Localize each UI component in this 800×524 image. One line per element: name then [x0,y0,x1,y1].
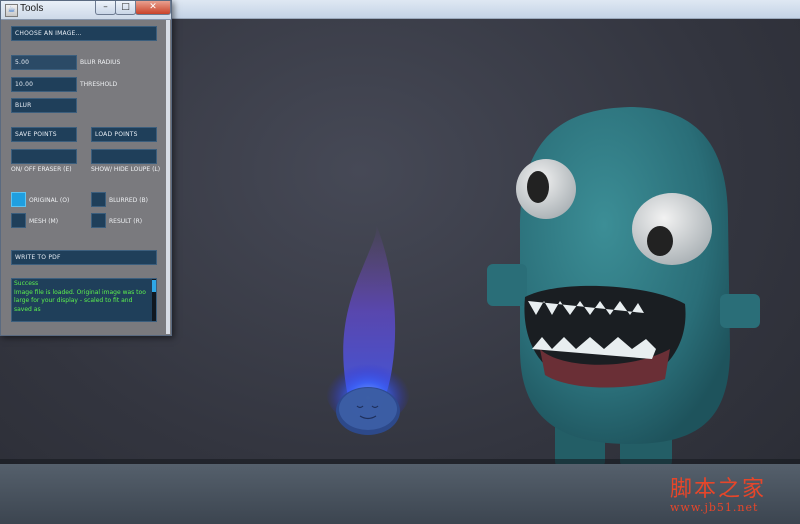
status-line: Success [14,280,39,287]
monster-character [487,107,760,469]
status-line: Image file is loaded. Original image was… [14,288,146,296]
threshold-label: THRESHOLD [80,81,118,88]
write-to-pdf-button[interactable]: WRITE TO PDF [11,250,157,265]
mesh-view-toggle[interactable] [11,213,26,228]
mesh-view-label: MESH (M) [29,218,59,225]
status-scrollbar[interactable] [152,279,156,321]
result-view-label: RESULT (R) [109,218,143,225]
close-icon: ✕ [149,2,157,12]
status-line: large for your display - scaled to fit a… [14,297,133,304]
tools-window: ☕ Tools – □ ✕ CHOOSE AN IMAGE... 5.00 BL… [0,0,172,336]
blurred-view-label: BLURRED (B) [109,197,149,204]
maximize-button[interactable]: □ [115,1,136,15]
result-view-toggle[interactable] [91,213,106,228]
minimize-icon: – [103,2,108,12]
status-scroll-thumb[interactable] [152,280,156,292]
watermark-url: www.jb51.net [670,501,759,514]
close-button[interactable]: ✕ [135,1,171,15]
java-app-icon: ☕ [5,4,18,17]
original-view-label: ORIGINAL (O) [29,197,70,204]
site-watermark: 脚本之家 www.jb51.net [670,478,766,514]
choose-image-button[interactable]: CHOOSE AN IMAGE... [11,26,157,41]
loupe-label: SHOW/ HIDE LOUPE (L) [91,166,161,173]
tools-scrollbar[interactable] [166,20,170,334]
status-line: saved as [14,305,41,313]
threshold-input[interactable]: 10.00 [11,77,77,92]
blur-radius-input[interactable]: 5.00 [11,55,77,70]
blur-radius-label: BLUR RADIUS [80,59,121,66]
watermark-title: 脚本之家 [670,477,767,502]
eraser-toggle[interactable] [11,149,77,164]
status-log[interactable]: Success Image file is loaded. Original i… [11,278,157,322]
tools-title: Tools [20,3,44,14]
maximize-icon: □ [121,2,130,12]
original-view-toggle[interactable] [11,192,26,207]
eraser-label: ON/ OFF ERASER (E) [11,166,72,173]
tools-titlebar[interactable]: ☕ Tools – □ ✕ [1,1,171,20]
blurred-view-toggle[interactable] [91,192,106,207]
save-points-button[interactable]: SAVE POINTS [11,127,77,142]
blur-button[interactable]: BLUR [11,98,77,113]
load-points-button[interactable]: LOAD POINTS [91,127,157,142]
blue-flame [326,224,410,435]
minimize-button[interactable]: – [95,1,116,15]
loupe-toggle[interactable] [91,149,157,164]
